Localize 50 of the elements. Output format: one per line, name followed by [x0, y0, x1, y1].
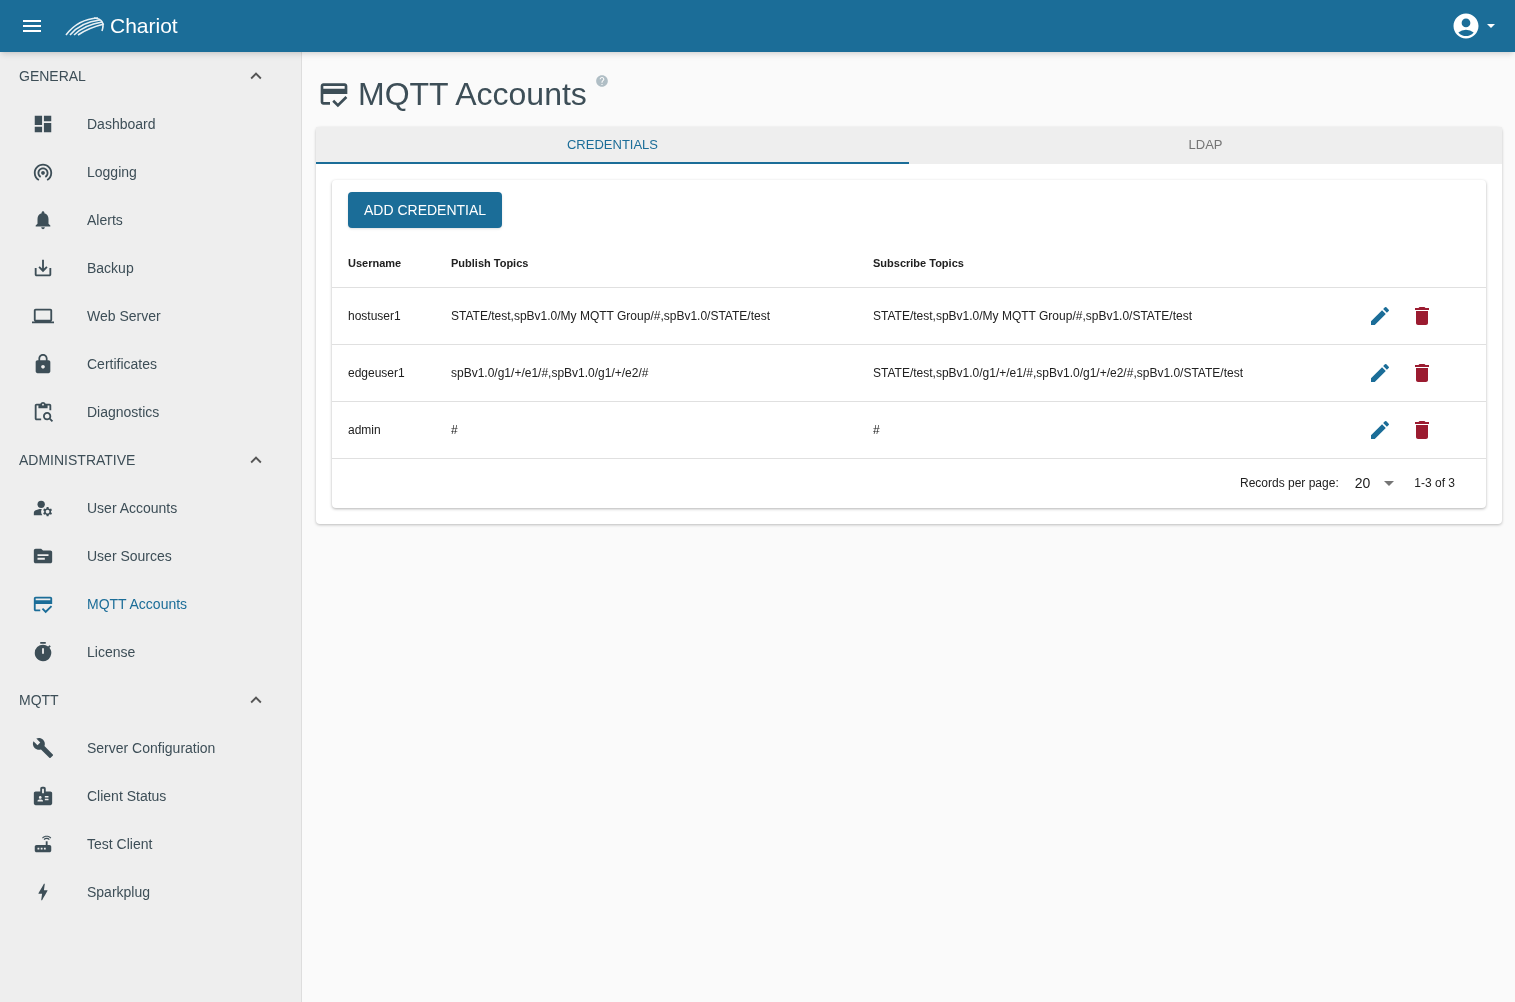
- sidebar-item[interactable]: Diagnostics: [0, 388, 301, 436]
- sidebar-item[interactable]: Sparkplug: [0, 868, 301, 916]
- sidebar-item[interactable]: Alerts: [0, 196, 301, 244]
- table-cell: edgeuser1: [332, 344, 451, 401]
- badge-icon: [32, 785, 54, 807]
- per-page-select[interactable]: 20: [1354, 472, 1395, 494]
- table-cell: #: [873, 401, 1366, 458]
- add-credential-button[interactable]: ADD CREDENTIAL: [348, 192, 503, 228]
- app-title: Chariot: [110, 13, 178, 40]
- stopwatch-icon: [32, 641, 54, 663]
- clipboard-search-icon: [32, 401, 54, 423]
- signal-icon: [32, 161, 54, 183]
- table-cell: spBv1.0/g1/+/e1/#,spBv1.0/g1/+/e2/#: [451, 344, 873, 401]
- sidebar-item[interactable]: Test Client: [0, 820, 301, 868]
- column-header: Username: [332, 239, 451, 287]
- sidebar-item[interactable]: Client Status: [0, 772, 301, 820]
- caret-icon: [1384, 480, 1395, 486]
- table-cell: admin: [332, 401, 451, 458]
- sidebar-item[interactable]: User Accounts: [0, 484, 301, 532]
- page-title: MQTT Accounts: [358, 75, 587, 114]
- sidebar-item[interactable]: MQTT Accounts: [0, 580, 301, 628]
- table-cell: STATE/test,spBv1.0/My MQTT Group/#,spBv1.0/STATE/test: [451, 287, 873, 344]
- tab[interactable]: LDAP: [909, 127, 1502, 164]
- sidebar-item[interactable]: Logging: [0, 148, 301, 196]
- column-header: Publish Topics: [451, 239, 873, 287]
- section-title: MQTT: [19, 690, 59, 710]
- section-title: GENERAL: [19, 66, 86, 86]
- sidebar-item[interactable]: Certificates: [0, 340, 301, 388]
- account-icon[interactable]: [1451, 11, 1481, 41]
- router-icon: [32, 833, 54, 855]
- table-cell: STATE/test,spBv1.0/My MQTT Group/#,spBv1.0/STATE/test: [873, 287, 1366, 344]
- logo-icon: [64, 15, 106, 37]
- table-cell: #: [451, 401, 873, 458]
- column-header: Subscribe Topics: [873, 239, 1366, 287]
- records-per-page-label: Records per page:: [1240, 475, 1339, 492]
- sidebar-item[interactable]: License: [0, 628, 301, 676]
- sidebar-item[interactable]: Web Server: [0, 292, 301, 340]
- table-cell: STATE/test,spBv1.0/g1/+/e1/#,spBv1.0/g1/+/e2/#,spBv1.0/STATE/test: [873, 344, 1366, 401]
- sidebar-item[interactable]: Dashboard: [0, 100, 301, 148]
- sidebar-item[interactable]: Server Configuration: [0, 724, 301, 772]
- caret-icon[interactable]: [1487, 24, 1495, 28]
- table-cell: hostuser1: [332, 287, 451, 344]
- sidebar-item[interactable]: User Sources: [0, 532, 301, 580]
- tab[interactable]: CREDENTIALS: [316, 127, 909, 164]
- section-title: ADMINISTRATIVE: [19, 450, 136, 470]
- download-icon: [32, 257, 54, 279]
- dashboard-icon: [32, 113, 54, 135]
- page-range: 1-3 of 3: [1414, 475, 1455, 492]
- wrench-icon: [32, 737, 54, 759]
- sidebar-item[interactable]: Backup: [0, 244, 301, 292]
